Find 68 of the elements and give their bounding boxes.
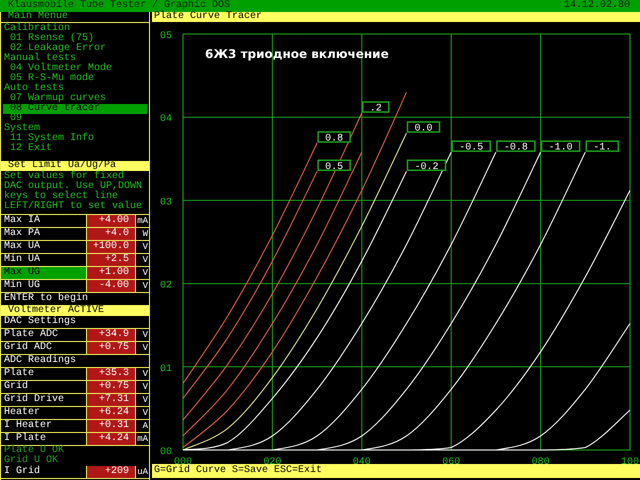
x-tick-label: 040: [352, 457, 371, 464]
x-tick-label: 100: [621, 457, 639, 464]
curve-label: -0.2: [406, 160, 446, 173]
curve-label: 0.5: [317, 160, 351, 173]
series-label: -0.5: [459, 142, 484, 154]
x-tick-label: 000: [174, 457, 192, 464]
unit-text: V: [142, 254, 149, 266]
series-label: -1.0: [548, 142, 573, 154]
x-tick-label: 020: [263, 457, 282, 464]
series-label: 0.5: [325, 162, 344, 173]
menu-header: Main Menue: [1, 12, 149, 23]
unit-text: V: [142, 394, 149, 406]
curve-label: -1.0: [540, 140, 580, 154]
curve-label: -0.8: [496, 140, 536, 154]
y-tick-label: 02: [160, 280, 172, 292]
x-tick-label: 060: [442, 457, 460, 464]
panel-header: Plate Curve Tracer: [152, 12, 640, 22]
unit-text: mA: [136, 433, 149, 445]
limit-value: +4.0: [86, 228, 136, 240]
unit-text: V: [142, 368, 149, 380]
unit-text: W: [142, 228, 149, 240]
unit-text: uA: [136, 466, 149, 478]
unit-text: V: [142, 329, 149, 341]
y-tick-label: 01: [160, 364, 172, 375]
unit-text: V: [142, 381, 149, 393]
reading-value: +0.75: [86, 342, 136, 354]
curve-label: 0.8: [317, 131, 351, 144]
y-tick-label: 00: [160, 447, 172, 458]
curve-label: .2: [362, 101, 390, 115]
series-label: -1.: [593, 142, 612, 154]
unit-text: mA: [136, 215, 149, 227]
series-label: -0.2: [414, 162, 439, 173]
y-tick-label: 05: [160, 31, 172, 42]
key-hint: G=Grid Curve S=Save ESC=Exit: [152, 464, 640, 478]
limit-value: +100.0: [86, 241, 136, 253]
status-text: Plate U OK: [3, 446, 66, 456]
unit-text: V: [142, 407, 149, 419]
reading-value: +0.31: [86, 420, 136, 432]
date-text: 14.12.02.80: [564, 0, 630, 12]
curve-label: 0.0: [406, 121, 440, 134]
series-label: .2: [370, 104, 382, 115]
reading-value: +34.9: [86, 329, 136, 341]
series-label: 0.0: [414, 124, 433, 135]
reading-value: +6.24: [86, 407, 136, 419]
limit-value: +1.00: [86, 267, 136, 279]
reading-value: +7.31: [86, 394, 136, 406]
curve-label: -1.: [586, 140, 620, 154]
x-tick-label: 080: [532, 457, 550, 464]
unit-text: V: [142, 241, 149, 253]
app-title: Klausmobile Tube Tester / Graphic DOS: [8, 0, 230, 11]
reading-value: +209: [86, 466, 136, 478]
y-tick-label: 04: [160, 114, 172, 126]
reading-value: +35.3: [86, 368, 136, 380]
reading-value: +0.75: [86, 381, 136, 393]
status-text: Grid U OK: [3, 456, 60, 466]
unit-text: V: [142, 280, 149, 292]
limit-value: +2.5: [86, 254, 136, 266]
unit-text: V: [142, 342, 149, 354]
limit-value: +4.00: [86, 215, 136, 227]
section-header: Voltmeter ACTIVE: [1, 306, 149, 316]
limit-value: -4.00: [86, 280, 136, 292]
reading-value: +4.24: [86, 433, 136, 445]
unit-text: A: [142, 420, 149, 432]
unit-text: V: [142, 267, 149, 279]
series-label: 0.8: [325, 133, 344, 144]
series-label: -0.8: [504, 142, 528, 154]
y-tick-label: 03: [160, 197, 172, 208]
curve-label: -0.5: [451, 140, 491, 154]
